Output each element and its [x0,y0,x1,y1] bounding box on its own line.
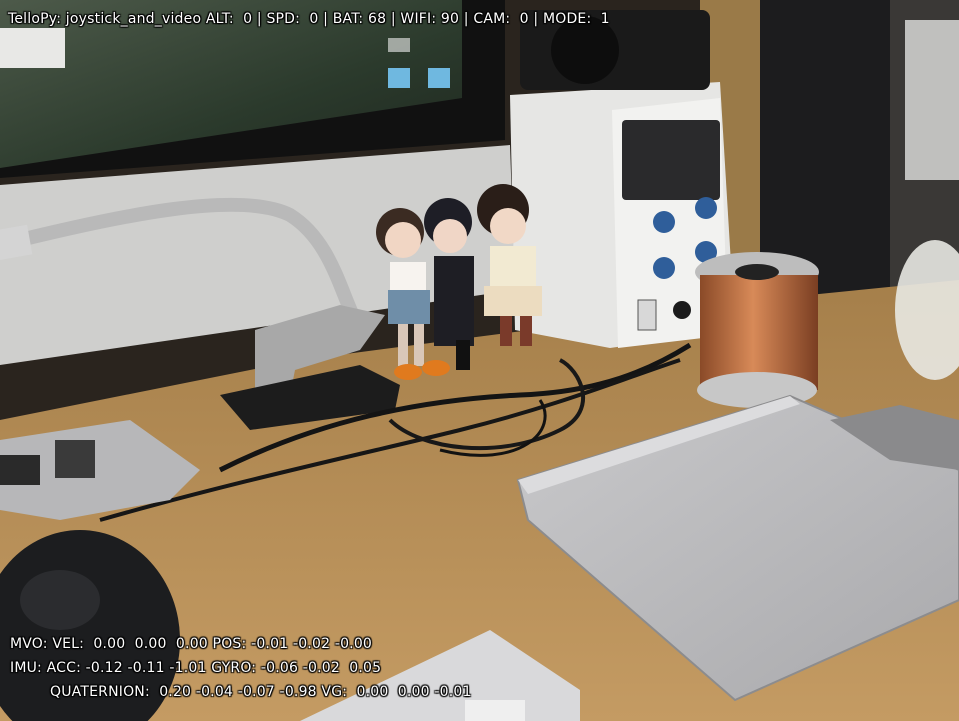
imu-readout: IMU: ACC: -0.12 -0.11 -1.01 GYRO: -0.06 … [10,660,382,676]
camera-video-feed [0,0,959,721]
quaternion-readout: QUATERNION: 0.20 -0.04 -0.07 -0.98 VG: 0… [50,684,472,700]
screen-window [0,28,65,68]
drone-status-bar: TelloPy: joystick_and_video ALT: 0 | SPD… [8,11,610,27]
video-frame: TelloPy: joystick_and_video ALT: 0 | SPD… [0,0,959,721]
jar [905,20,959,180]
mvo-readout: MVO: VEL: 0.00 0.00 0.00 POS: -0.01 -0.0… [10,636,373,652]
